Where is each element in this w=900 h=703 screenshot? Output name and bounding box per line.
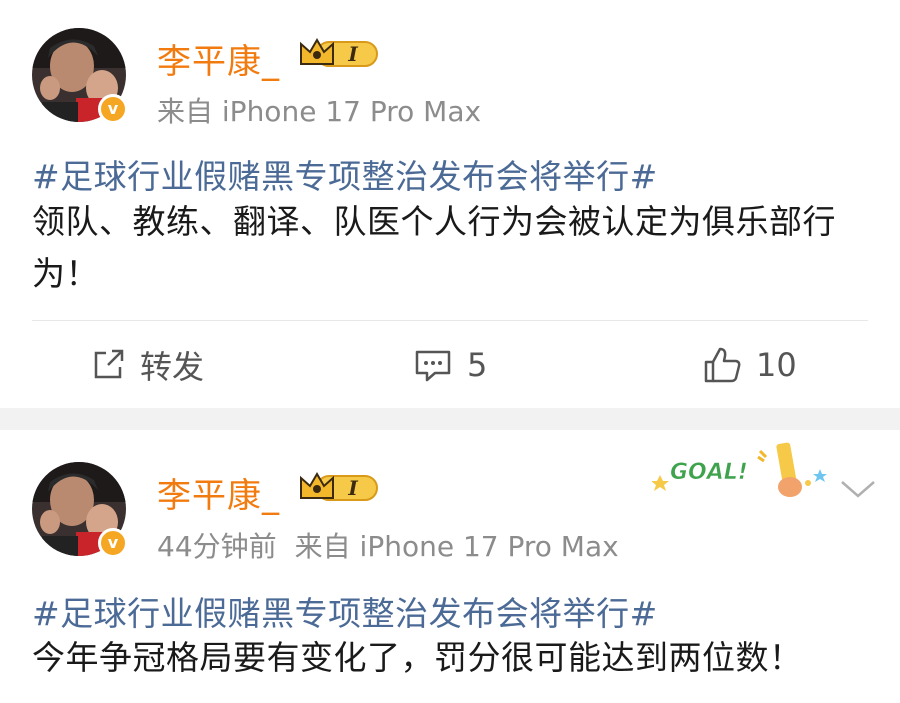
- post-source: 来自 iPhone 17 Pro Max: [294, 530, 619, 563]
- post-meta: 来自 iPhone 17 Pro Max: [157, 90, 481, 130]
- sticker-text: GOAL!: [670, 460, 748, 485]
- comment-count: 5: [467, 346, 488, 384]
- divider: [32, 320, 868, 321]
- comment-button[interactable]: 5: [413, 340, 487, 390]
- like-count: 10: [756, 346, 797, 384]
- like-button[interactable]: 10: [702, 340, 797, 390]
- thumbs-up-icon: [704, 347, 741, 383]
- level-text: I: [347, 476, 358, 500]
- topic-link[interactable]: #足球行业假赌黑专项整治发布会将举行#: [32, 150, 658, 198]
- username[interactable]: 李平康_: [157, 34, 280, 83]
- chevron-down-icon[interactable]: [838, 474, 878, 504]
- post-source: 来自 iPhone 17 Pro Max: [157, 95, 482, 128]
- crown-icon[interactable]: I: [297, 470, 379, 504]
- topic-link[interactable]: #足球行业假赌黑专项整治发布会将举行#: [32, 587, 658, 635]
- post-meta: 44分钟前 来自 iPhone 17 Pro Max: [157, 525, 619, 565]
- level-text: I: [347, 42, 358, 66]
- feed-separator: [0, 408, 900, 430]
- post-text: 领队、教练、翻译、队医个人行为会被认定为俱乐部行为！: [32, 202, 836, 293]
- repost-icon: [94, 349, 124, 379]
- goal-sticker: GOAL!: [652, 442, 827, 497]
- weibo-post: v 李平康_ I 来自 iPhone 17 Pro Max #足球行业假赌黑专项…: [0, 0, 900, 408]
- post-time: 44分钟前: [157, 530, 277, 563]
- crown-icon[interactable]: I: [297, 36, 379, 70]
- verified-badge: v: [98, 94, 128, 124]
- repost-button[interactable]: 转发: [90, 340, 204, 390]
- username[interactable]: 李平康_: [157, 468, 280, 517]
- repost-label: 转发: [140, 348, 205, 386]
- post-text: 今年争冠格局要有变化了，罚分很可能达到两位数！: [32, 638, 803, 677]
- comment-icon: [415, 350, 451, 382]
- verified-badge: v: [98, 528, 128, 558]
